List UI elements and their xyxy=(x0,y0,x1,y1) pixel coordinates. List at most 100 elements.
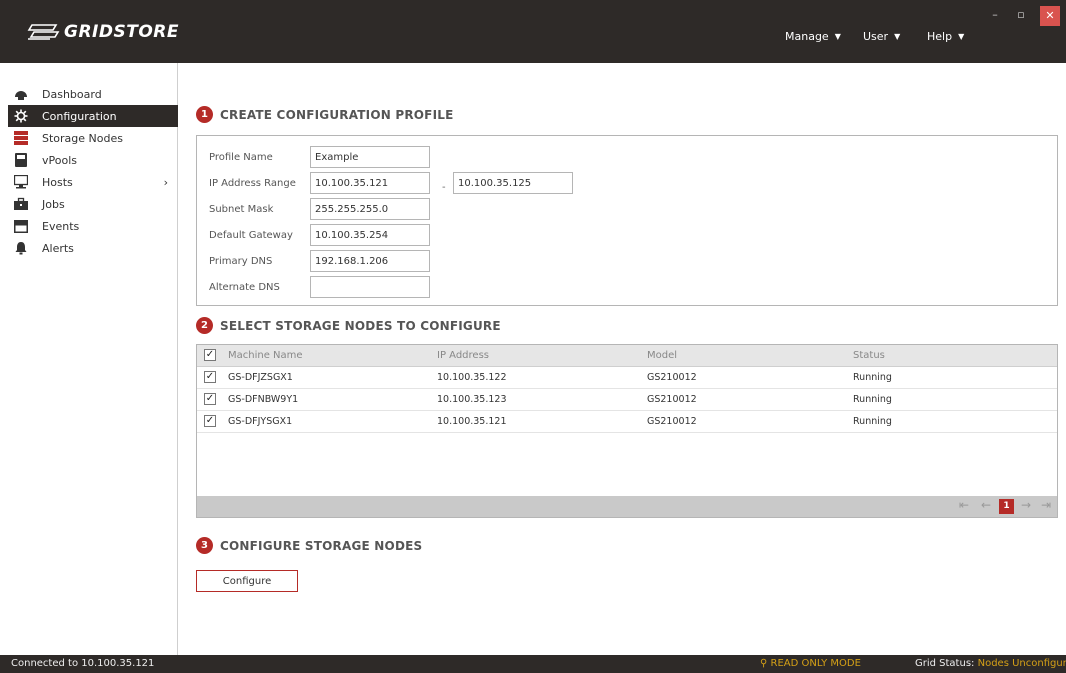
status-cell: Running xyxy=(853,372,892,383)
monitor-icon xyxy=(14,175,28,189)
help-menu[interactable]: Help ▼ xyxy=(927,30,964,43)
step3-number-badge: 3 xyxy=(196,537,213,554)
row-checkbox[interactable]: ✓ xyxy=(204,371,216,383)
help-menu-label: Help xyxy=(927,30,953,43)
read-only-mode-label: READ ONLY MODE xyxy=(770,658,861,669)
model-cell: GS210012 xyxy=(647,372,697,383)
chevron-right-icon: › xyxy=(163,175,168,189)
subnet-mask-label: Subnet Mask xyxy=(209,204,274,215)
sidebar-item-label: Events xyxy=(42,219,80,233)
ip-range-separator: - xyxy=(442,182,446,193)
sidebar: Dashboard Configuration Storage Nodes vP… xyxy=(0,63,178,655)
table-header: ✓ Machine Name IP Address Model Status xyxy=(197,345,1057,367)
gridstore-logo-icon xyxy=(27,24,60,40)
ip-range-end-input[interactable] xyxy=(453,172,573,194)
calendar-icon xyxy=(14,219,28,233)
profile-name-input[interactable] xyxy=(310,146,430,168)
subnet-mask-input[interactable] xyxy=(310,198,430,220)
default-gateway-label: Default Gateway xyxy=(209,230,293,241)
column-header-machine-name[interactable]: Machine Name xyxy=(228,350,303,361)
sidebar-item-label: Alerts xyxy=(42,241,74,255)
select-all-checkbox[interactable]: ✓ xyxy=(204,349,216,361)
main-content: 1 CREATE CONFIGURATION PROFILE Profile N… xyxy=(179,63,1066,655)
vpool-icon xyxy=(14,153,28,167)
key-icon: ⚲ xyxy=(760,658,768,669)
table-row[interactable]: ✓ GS-DFNBW9Y1 10.100.35.123 GS210012 Run… xyxy=(197,389,1057,411)
user-menu-label: User xyxy=(863,30,889,43)
step1-title: CREATE CONFIGURATION PROFILE xyxy=(220,107,454,122)
close-icon[interactable]: ✕ xyxy=(1040,6,1060,26)
minimize-icon[interactable]: – xyxy=(984,6,1006,24)
last-page-icon[interactable]: ⇥ xyxy=(1039,498,1053,512)
step2-header: 2 SELECT STORAGE NODES TO CONFIGURE xyxy=(196,317,501,334)
grid-status-value: Nodes Unconfigured xyxy=(977,658,1066,669)
alternate-dns-label: Alternate DNS xyxy=(209,282,280,293)
first-page-icon[interactable]: ⇤ xyxy=(957,498,971,512)
title-bar: GRIDSTORE Manage ▼ User ▼ Help ▼ – ▫ ✕ xyxy=(0,0,1066,63)
storage-nodes-icon xyxy=(14,131,28,145)
ip-address-cell: 10.100.35.121 xyxy=(437,416,507,427)
sidebar-item-label: Hosts xyxy=(42,175,73,189)
current-page-number[interactable]: 1 xyxy=(999,499,1014,514)
model-cell: GS210012 xyxy=(647,394,697,405)
column-header-ip-address[interactable]: IP Address xyxy=(437,350,489,361)
configuration-profile-form: Profile Name IP Address Range - Subnet M… xyxy=(196,135,1058,306)
step2-number-badge: 2 xyxy=(196,317,213,334)
sidebar-item-events[interactable]: Events xyxy=(8,215,178,237)
sidebar-item-vpools[interactable]: vPools xyxy=(8,149,178,171)
primary-dns-input[interactable] xyxy=(310,250,430,272)
sidebar-item-jobs[interactable]: Jobs xyxy=(8,193,178,215)
column-header-model[interactable]: Model xyxy=(647,350,677,361)
sidebar-item-configuration[interactable]: Configuration xyxy=(8,105,178,127)
machine-name-cell: GS-DFJYSGX1 xyxy=(228,416,293,427)
grid-status-label: Grid Status: xyxy=(915,658,975,669)
sidebar-item-label: Dashboard xyxy=(42,87,102,101)
step1-number-badge: 1 xyxy=(196,106,213,123)
sidebar-item-dashboard[interactable]: Dashboard xyxy=(8,83,178,105)
manage-menu-label: Manage xyxy=(785,30,829,43)
table-row[interactable]: ✓ GS-DFJZSGX1 10.100.35.122 GS210012 Run… xyxy=(197,367,1057,389)
gear-icon xyxy=(14,109,28,123)
sidebar-item-alerts[interactable]: Alerts xyxy=(8,237,178,259)
caret-down-icon: ▼ xyxy=(834,32,841,41)
ip-range-start-input[interactable] xyxy=(310,172,430,194)
table-pager: ⇤ ← 1 → ⇥ xyxy=(197,496,1057,517)
step3-header: 3 CONFIGURE STORAGE NODES xyxy=(196,537,422,554)
user-menu[interactable]: User ▼ xyxy=(863,30,900,43)
step3-title: CONFIGURE STORAGE NODES xyxy=(220,538,423,553)
previous-page-icon[interactable]: ← xyxy=(979,498,993,512)
machine-name-cell: GS-DFJZSGX1 xyxy=(228,372,293,383)
restore-icon[interactable]: ▫ xyxy=(1010,6,1032,24)
sidebar-item-hosts[interactable]: Hosts › xyxy=(8,171,178,193)
grid-status: Grid Status: Nodes Unconfigured xyxy=(915,658,1066,669)
caret-down-icon: ▼ xyxy=(894,32,901,41)
profile-name-label: Profile Name xyxy=(209,152,273,163)
gridstore-logo: GRIDSTORE xyxy=(26,22,179,42)
caret-down-icon: ▼ xyxy=(958,32,965,41)
default-gateway-input[interactable] xyxy=(310,224,430,246)
primary-dns-label: Primary DNS xyxy=(209,256,273,267)
configure-button[interactable]: Configure xyxy=(196,570,298,592)
manage-menu[interactable]: Manage ▼ xyxy=(785,30,841,43)
status-cell: Running xyxy=(853,416,892,427)
row-checkbox[interactable]: ✓ xyxy=(204,393,216,405)
logo-text: GRIDSTORE xyxy=(64,22,179,42)
alternate-dns-input[interactable] xyxy=(310,276,430,298)
machine-name-cell: GS-DFNBW9Y1 xyxy=(228,394,299,405)
column-header-status[interactable]: Status xyxy=(853,350,885,361)
sidebar-item-storage-nodes[interactable]: Storage Nodes xyxy=(8,127,178,149)
sidebar-item-label: Jobs xyxy=(42,197,65,211)
row-checkbox[interactable]: ✓ xyxy=(204,415,216,427)
ip-address-cell: 10.100.35.122 xyxy=(437,372,507,383)
dashboard-icon xyxy=(14,87,28,101)
next-page-icon[interactable]: → xyxy=(1019,498,1033,512)
sidebar-item-label: Configuration xyxy=(42,109,117,123)
ip-address-cell: 10.100.35.123 xyxy=(437,394,507,405)
table-row[interactable]: ✓ GS-DFJYSGX1 10.100.35.121 GS210012 Run… xyxy=(197,411,1057,433)
sidebar-item-label: Storage Nodes xyxy=(42,131,123,145)
ip-range-label: IP Address Range xyxy=(209,178,296,189)
bell-icon xyxy=(14,241,28,255)
sidebar-item-label: vPools xyxy=(42,153,77,167)
status-bar: Connected to 10.100.35.121 ⚲ READ ONLY M… xyxy=(0,655,1066,673)
status-cell: Running xyxy=(853,394,892,405)
